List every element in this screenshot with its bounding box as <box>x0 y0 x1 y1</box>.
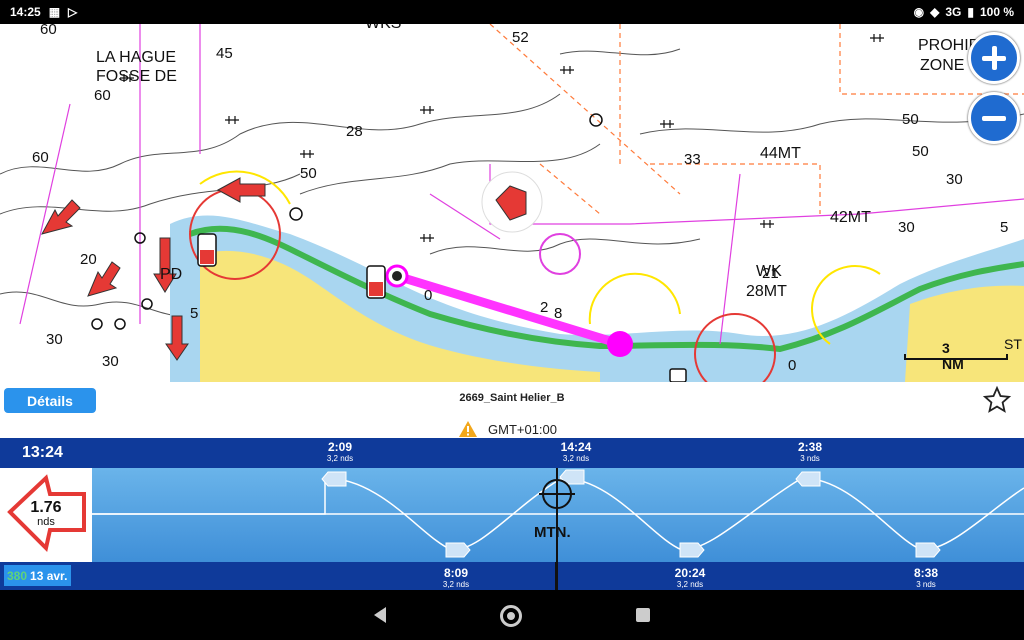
event-time: 14:24 <box>560 440 592 454</box>
event-time: 8:09 <box>443 566 469 580</box>
slack-event-top: 14:24 3,2 nds <box>536 440 616 463</box>
depth-sounding: 52 <box>512 29 529 46</box>
network-label: 3G <box>945 5 962 19</box>
timezone-label: GMT+01:00 <box>488 421 558 437</box>
current-speed-value: 1.76 <box>30 499 62 516</box>
label-pd: PD <box>160 266 183 283</box>
time-marker-line <box>555 562 558 592</box>
label-42mt: 42MT <box>830 209 871 226</box>
event-time: 2:09 <box>327 440 353 454</box>
depth-sounding: 50 <box>300 165 317 182</box>
depth-sounding: 50 <box>902 111 919 128</box>
event-speed: 3,2 nds <box>562 454 590 463</box>
top-band <box>0 438 1024 468</box>
slack-event-bottom: 8:09 3,2 nds <box>416 566 496 589</box>
depth-sounding: 50 <box>912 143 929 160</box>
depth-sounding: 60 <box>94 87 111 104</box>
plus-icon-vertical <box>991 46 997 70</box>
depth-sounding: 30 <box>46 331 63 348</box>
moon-phase-icon: 380 <box>7 568 28 583</box>
timezone-bar: GMT+01:00 <box>0 418 1024 438</box>
depth-sounding: 21 <box>762 265 779 282</box>
zoom-out-button[interactable] <box>968 92 1020 144</box>
scale-suffix: ST <box>1004 336 1022 352</box>
slack-event-top: 2:38 3 nds <box>770 440 850 463</box>
event-speed: 3 nds <box>800 454 820 463</box>
current-time: 13:24 <box>22 444 63 461</box>
slack-event-bottom: 8:38 3 nds <box>886 566 966 589</box>
bottom-band <box>0 562 1024 590</box>
event-time: 8:38 <box>913 566 939 580</box>
depth-sounding: 20 <box>80 251 97 268</box>
scale-bar <box>904 354 1008 360</box>
station-name: 2669_Saint Helier_B <box>459 392 565 404</box>
time-marker-label: MTN. <box>534 524 571 541</box>
depth-sounding: 28 <box>346 123 363 140</box>
event-speed: 3,2 nds <box>326 454 354 463</box>
depth-sounding: 0 <box>424 287 433 304</box>
label-zone: ZONE <box>920 57 965 74</box>
qr-icon: ▦ <box>48 5 61 19</box>
home-icon[interactable] <box>500 605 522 627</box>
minus-icon <box>982 115 1006 121</box>
battery-label: 100 % <box>979 5 1014 19</box>
depth-sounding: 5 <box>190 305 199 322</box>
station-info-bar: Détails 2669_Saint Helier_B <box>0 382 1024 419</box>
date-value: 13 avr. <box>30 568 68 583</box>
location-icon: ◉ <box>913 5 925 19</box>
depth-sounding: 2 <box>540 299 549 316</box>
warning-icon <box>459 421 477 437</box>
current-speed-box: 1.76 nds <box>0 468 92 562</box>
star-icon[interactable] <box>982 385 1012 415</box>
wifi-icon: ◆ <box>930 5 940 19</box>
depth-sounding: 45 <box>216 45 233 62</box>
depth-sounding: 33 <box>684 151 701 168</box>
slack-event-bottom: 20:24 3,2 nds <box>650 566 730 589</box>
tidal-current-panel[interactable]: 13:24 2:09 3,2 nds 14:24 3,2 nds 2:38 3 … <box>0 438 1024 592</box>
event-speed: 3,2 nds <box>676 580 704 589</box>
slack-event-top: 2:09 3,2 nds <box>300 440 380 463</box>
crosshair-icon[interactable] <box>539 476 575 512</box>
label-la-hague: LA HAGUE <box>96 49 177 66</box>
depth-sounding: 0 <box>788 357 797 374</box>
depth-sounding: 5 <box>1000 219 1009 236</box>
status-time: 14:25 <box>10 5 41 19</box>
depth-sounding: 8 <box>554 305 563 322</box>
event-time: 2:38 <box>797 440 823 454</box>
label-fosse: FOSSE DE <box>96 68 177 85</box>
depth-sounding: 30 <box>102 353 119 370</box>
system-navigation-bar <box>0 590 1024 640</box>
nautical-chart[interactable]: LA HAGUE FOSSE DE PROHIB ZONE 44MT 42MT … <box>0 24 1024 382</box>
depth-sounding: 30 <box>946 171 963 188</box>
current-speed-unit: nds <box>37 516 55 528</box>
back-icon[interactable] <box>374 607 386 623</box>
label-wks: WKS <box>365 24 401 32</box>
event-speed: 3,2 nds <box>442 580 470 589</box>
recent-apps-icon[interactable] <box>636 608 650 622</box>
zoom-in-button[interactable] <box>968 32 1020 84</box>
depth-sounding: 30 <box>898 219 915 236</box>
label-44mt: 44MT <box>760 145 801 162</box>
depth-sounding: 60 <box>32 149 49 166</box>
event-speed: 3 nds <box>916 580 936 589</box>
play-icon: ▷ <box>68 5 78 19</box>
event-time: 20:24 <box>674 566 706 580</box>
depth-sounding: 60 <box>40 24 57 38</box>
battery-icon: ▮ <box>967 5 974 19</box>
label-28mt: 28MT <box>746 283 787 300</box>
status-bar: 14:25 ▦ ▷ ◉ ◆ 3G ▮ 100 % <box>0 0 1024 24</box>
date-label[interactable]: 380 13 avr. <box>4 565 72 586</box>
